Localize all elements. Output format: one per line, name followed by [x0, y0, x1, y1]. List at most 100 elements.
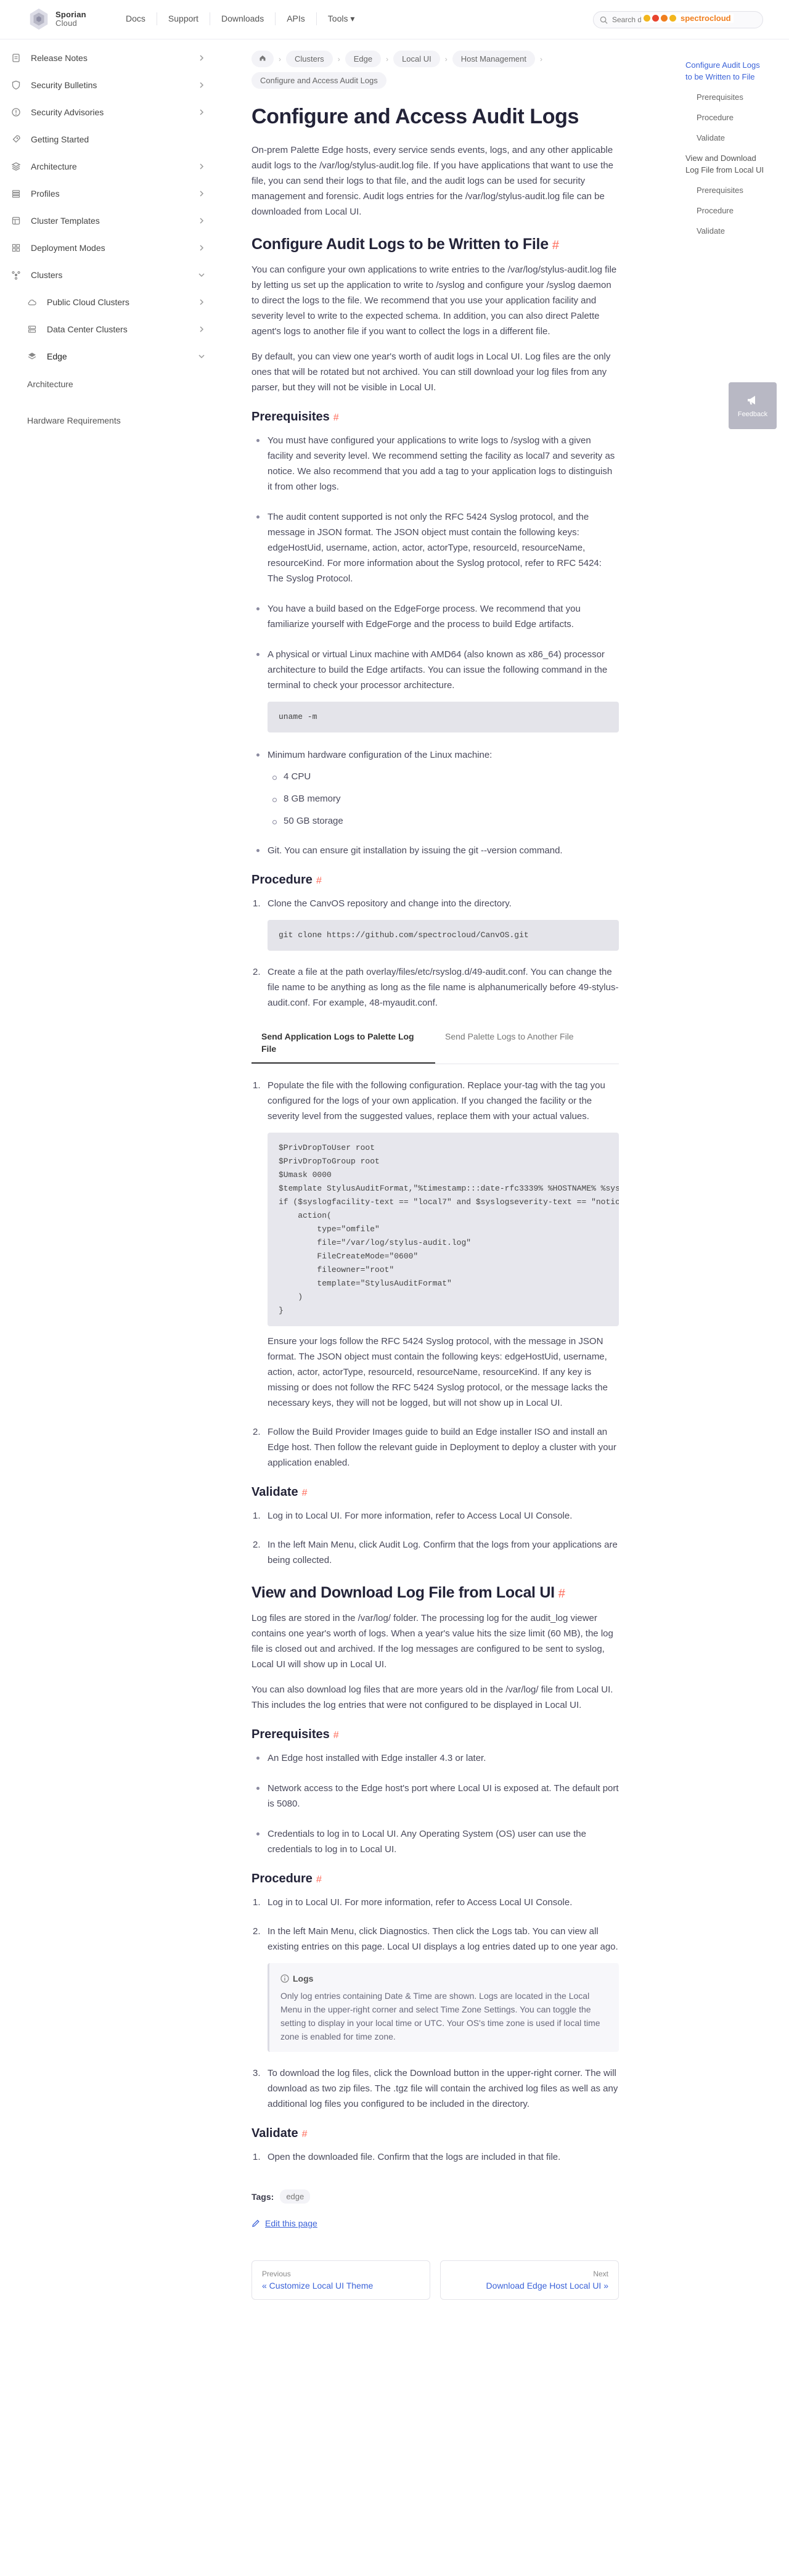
toc-item[interactable]: Validate [685, 132, 766, 144]
sidebar-item-hardware-requirements[interactable]: Hardware Requirements [27, 416, 121, 425]
section-paragraph: Log files are stored in the /var/log/ fo… [251, 1613, 613, 1670]
tab-send-app-logs[interactable]: Send Application Logs to Palette Log Fil… [251, 1024, 435, 1064]
code-block[interactable]: uname -m [268, 702, 619, 732]
anchor-link-icon[interactable]: # [552, 239, 559, 252]
alert-icon [10, 106, 22, 118]
chevron-down-icon[interactable] [197, 352, 206, 361]
step-item: Log in to Local UI. For more information… [253, 1895, 573, 1910]
nav-apis[interactable]: APIs [275, 12, 316, 25]
anchor-link-icon[interactable]: # [333, 1730, 339, 1741]
article: Configure and Access Audit Logs On-prem … [251, 105, 619, 2300]
tab-send-palette-logs[interactable]: Send Palette Logs to Another File [435, 1024, 619, 1064]
intro-paragraph: On-prem Palette Edge hosts, every servic… [251, 145, 614, 217]
toc-item[interactable]: Prerequisites [685, 184, 766, 196]
sidebar-item-security-advisories[interactable]: Security Advisories [10, 100, 206, 125]
sidebar-item-data-center-clusters[interactable]: Data Center Clusters [10, 317, 206, 342]
breadcrumb-clusters[interactable]: Clusters [286, 51, 333, 67]
prerequisites-list: You must have configured your applicatio… [251, 433, 619, 858]
chevron-down-icon[interactable] [197, 271, 206, 279]
anchor-link-icon[interactable]: # [558, 1587, 565, 1601]
tags-label: Tags: [251, 2191, 274, 2202]
nav-support[interactable]: Support [156, 12, 210, 25]
nav-docs[interactable]: Docs [115, 12, 157, 25]
chevron-right-icon[interactable] [197, 108, 206, 117]
subsection-heading-text: Prerequisites [251, 1728, 330, 1741]
feedback-button[interactable]: Feedback [729, 382, 777, 429]
chevron-right-icon[interactable] [197, 81, 206, 89]
brand-badge[interactable]: spectrocloud [641, 14, 734, 23]
sidebar-item-cluster-templates[interactable]: Cluster Templates [10, 208, 206, 233]
search-icon [600, 16, 608, 24]
edit-page-link[interactable]: Edit this page [251, 2218, 619, 2228]
code-text: $PrivDropToUser root $PrivDropToGroup ro… [279, 1143, 619, 1315]
nav-tools[interactable]: Tools ▾ [316, 12, 366, 25]
breadcrumb-host-management[interactable]: Host Management [452, 51, 535, 67]
toc-item[interactable]: Procedure [685, 112, 766, 123]
chevron-right-icon[interactable] [197, 325, 206, 334]
page-title: Configure and Access Audit Logs [251, 105, 579, 128]
toc-item[interactable]: Validate [685, 225, 766, 237]
sidebar-item-release-notes[interactable]: Release Notes [10, 46, 206, 70]
anchor-link-icon[interactable]: # [316, 876, 322, 886]
cluster-icon [10, 269, 22, 281]
toc-item[interactable]: Prerequisites [685, 91, 766, 103]
pager-label: Next [593, 2270, 608, 2278]
sidebar-item-clusters[interactable]: Clusters [10, 263, 206, 287]
breadcrumb-local-ui[interactable]: Local UI [393, 51, 440, 67]
breadcrumb-separator: › [540, 54, 542, 64]
site-logo[interactable]: Sporian Cloud [27, 7, 86, 31]
sidebar-item-getting-started[interactable]: Getting Started [10, 127, 206, 152]
sidebar-item-label: Data Center Clusters [47, 324, 128, 334]
step-item: Create a file at the path overlay/files/… [251, 964, 619, 1011]
nav-downloads[interactable]: Downloads [209, 12, 275, 25]
step-item: In the left Main Menu, click Audit Log. … [253, 1537, 618, 1565]
chevron-right-icon[interactable] [197, 189, 206, 198]
sidebar-item-security-bulletins[interactable]: Security Bulletins [10, 73, 206, 97]
sidebar-item-label: Architecture [31, 162, 77, 171]
toc-item[interactable]: Procedure [685, 205, 766, 216]
sidebar-item-profiles[interactable]: Profiles [10, 181, 206, 206]
anchor-link-icon[interactable]: # [302, 2129, 308, 2139]
megaphone-icon [748, 396, 755, 404]
toc-item[interactable]: View and Download Log File from Local UI [685, 152, 766, 176]
pager-previous[interactable]: Previous « Customize Local UI Theme [251, 2260, 430, 2300]
breadcrumb-home[interactable] [251, 51, 274, 67]
code-block[interactable]: $PrivDropToUser root $PrivDropToGroup ro… [268, 1133, 619, 1326]
stack-icon [10, 187, 22, 200]
tag-pill[interactable]: edge [280, 2189, 311, 2204]
table-of-contents: Configure Audit Logs to be Written to Fi… [685, 59, 766, 245]
sidebar-item-deployment-modes[interactable]: Deployment Modes [10, 236, 206, 260]
logo-icon [30, 8, 48, 30]
sidebar-item-label: Security Bulletins [31, 80, 97, 90]
list-item-text: A physical or virtual Linux machine with… [268, 649, 608, 691]
pager-next[interactable]: Next Download Edge Host Local UI » [440, 2260, 619, 2300]
chevron-right-icon[interactable] [197, 216, 206, 225]
brand-dot-red [652, 15, 659, 22]
sidebar-item-label: Profiles [31, 189, 60, 199]
code-block[interactable]: git clone https://github.com/spectroclou… [268, 920, 619, 951]
validate-steps: Open the downloaded file. Confirm that t… [251, 2149, 619, 2165]
breadcrumb-edge[interactable]: Edge [345, 51, 382, 67]
subsection-heading-prerequisites: Prerequisites # [251, 410, 619, 424]
sidebar-item-label: Cluster Templates [31, 216, 100, 226]
chevron-right-icon[interactable] [197, 244, 206, 252]
top-nav: Docs Support Downloads APIs Tools ▾ [115, 12, 366, 25]
chevron-right-icon[interactable] [197, 298, 206, 306]
step-item: Clone the CanvOS repository and change i… [251, 896, 619, 951]
sidebar-item-architecture[interactable]: Architecture [10, 154, 206, 179]
sidebar-item-edge-architecture[interactable]: Architecture [27, 379, 73, 389]
anchor-link-icon[interactable]: # [316, 1874, 322, 1885]
server-icon [26, 323, 38, 335]
sidebar-item-edge[interactable]: Edge [10, 344, 206, 369]
sidebar-item-label: Release Notes [31, 53, 88, 63]
anchor-link-icon[interactable]: # [333, 412, 339, 423]
chevron-right-icon[interactable] [197, 162, 206, 171]
anchor-link-icon[interactable]: # [302, 1488, 308, 1498]
sidebar-item-label: Security Advisories [31, 107, 104, 117]
grid-icon [10, 242, 22, 254]
sidebar-item-public-cloud-clusters[interactable]: Public Cloud Clusters [10, 290, 206, 314]
list-item-text: Minimum hardware configuration of the Li… [268, 750, 493, 760]
chevron-right-icon[interactable] [197, 54, 206, 62]
rocket-icon [10, 133, 22, 146]
toc-item[interactable]: Configure Audit Logs to be Written to Fi… [685, 59, 766, 83]
